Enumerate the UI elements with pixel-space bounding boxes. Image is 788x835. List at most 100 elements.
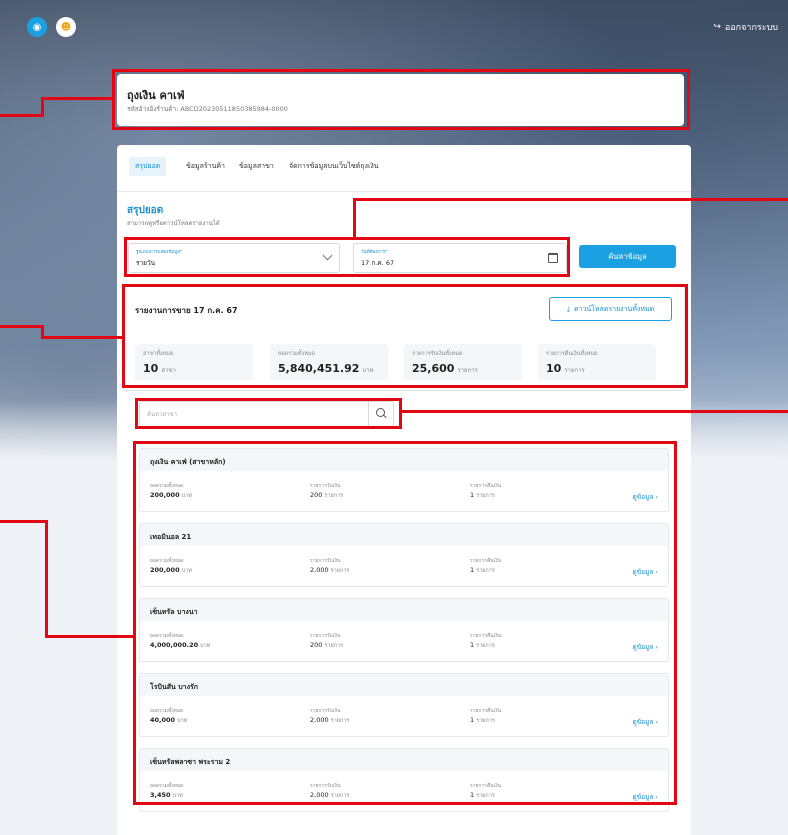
view-details-link[interactable]: ดูข้อมูล › xyxy=(632,717,658,727)
tab-bar: สรุปยอด ข้อมูลร้านค้า ข้อมูลสาขา จัดการข… xyxy=(117,145,691,192)
branch-receive-value: 2,000 รายการ xyxy=(310,566,350,574)
branch-total-value: 3,450 บาท xyxy=(150,791,183,799)
stat-label: ยอดรวมทั้งหมด xyxy=(278,351,315,357)
tab-website-manage[interactable]: จัดการข้อมูลบนเว็บไซต์ถุงเงิน xyxy=(289,161,379,172)
branch-total-value: 200,000 บาท xyxy=(150,491,192,499)
download-icon: ⤓ xyxy=(566,304,570,313)
branch-refund-value: 1 รายการ xyxy=(470,791,495,799)
branch-refund-label: รายการคืนเงิน xyxy=(470,558,502,564)
date-label: วันที่ต้องการ* xyxy=(361,250,388,255)
branch-header xyxy=(140,524,668,546)
annotation-line xyxy=(45,520,48,638)
branch-card: โรบินสัน บางรักยอดรวมทั้งหมด 40,000 บาท ราย… xyxy=(139,673,669,737)
display-type-value: รายวัน xyxy=(136,259,156,267)
stat-value: 10 รายการ xyxy=(546,362,585,375)
calendar-icon xyxy=(548,253,558,263)
logout-label: ออกจากระบบ xyxy=(724,23,778,33)
summary-subtitle: สามารถดูหรือดาวน์โหลดรายงานได้ xyxy=(127,220,220,227)
branch-receive-label: รายการรับเงิน xyxy=(310,708,341,714)
summary-title: สรุปยอด xyxy=(127,205,164,216)
chevron-right-icon: › xyxy=(655,718,658,726)
chevron-right-icon: › xyxy=(655,568,658,576)
branch-receive-value: 2,000 รายการ xyxy=(310,791,350,799)
view-details-link[interactable]: ดูข้อมูล › xyxy=(632,642,658,652)
branch-refund-value: 1 รายการ xyxy=(470,716,495,724)
date-value: 17 ก.ค. 67 xyxy=(361,259,395,267)
branch-search-input[interactable] xyxy=(145,407,369,421)
stat-label: รายการรับเงินทั้งหมด xyxy=(412,351,463,357)
branch-card: ถุงเงิน คาเฟ่ (สาขาหลัก) ยอดรวมทั้งหมด 200… xyxy=(139,448,669,512)
branch-receive-label: รายการรับเงิน xyxy=(310,558,341,564)
view-details-link[interactable]: ดูข้อมูล › xyxy=(632,492,658,502)
tab-shop-info[interactable]: ข้อมูลร้านค้า xyxy=(186,161,225,172)
branch-receive-value: 200 รายการ xyxy=(310,491,344,499)
shop-code: รหัสอ้างอิงร้านค้า: ABCD2023051185038598… xyxy=(127,105,288,113)
branch-refund-label: รายการคืนเงิน xyxy=(470,783,502,789)
bank-logo-icon: ◉ xyxy=(27,17,47,37)
stat-label: สาขาทั้งหมด xyxy=(143,351,174,357)
search-icon[interactable] xyxy=(368,402,393,426)
stat-receive-count: รายการรับเงินทั้งหมด 25,600 รายการ xyxy=(404,344,522,380)
logout-icon: ↪ xyxy=(713,22,721,32)
branch-receive-label: รายการรับเงิน xyxy=(310,783,341,789)
branch-receive-label: รายการรับเงิน xyxy=(310,483,341,489)
branch-receive-value: 2,000 รายการ xyxy=(310,716,350,724)
mascot-logo-icon: ☻ xyxy=(56,17,76,37)
branch-refund-value: 1 รายการ xyxy=(470,641,495,649)
chevron-right-icon: › xyxy=(655,493,658,501)
branch-header xyxy=(140,599,668,621)
branch-refund-label: รายการคืนเงิน xyxy=(470,633,502,639)
branch-refund-label: รายการคืนเงิน xyxy=(470,483,502,489)
shop-name: ถุงเงิน คาเฟ่ xyxy=(127,89,185,102)
branch-total-label: ยอดรวมทั้งหมด xyxy=(150,783,184,789)
branch-name: เทอมินอล 21 xyxy=(150,533,192,541)
branch-total-label: ยอดรวมทั้งหมด xyxy=(150,483,184,489)
chevron-down-icon xyxy=(322,250,333,261)
date-field[interactable]: วันที่ต้องการ* 17 ก.ค. 67 xyxy=(353,243,567,273)
stat-value: 10 สาขา xyxy=(143,362,176,375)
view-details-link[interactable]: ดูข้อมูล › xyxy=(632,567,658,577)
branch-name: โรบินสัน บางรัก xyxy=(150,683,199,691)
branch-card: เซ็นทรัล บางนายอดรวมทั้งหมด 4,000,000.20 บ… xyxy=(139,598,669,662)
chevron-right-icon: › xyxy=(655,643,658,651)
stat-refund-count: รายการคืนเงินทั้งหมด 10 รายการ xyxy=(538,344,656,380)
branch-card: เซ็นทรัลพลาซา พระราม 2 ยอดรวมทั้งหมด 3,450… xyxy=(139,748,669,812)
tab-summary[interactable]: สรุปยอด xyxy=(129,157,167,176)
branch-total-label: ยอดรวมทั้งหมด xyxy=(150,633,184,639)
branch-total-label: ยอดรวมทั้งหมด xyxy=(150,558,184,564)
sales-report-panel: รายงานการขาย 17 ก.ค. 67 ⤓ ดาวน์โหลดรายงา… xyxy=(123,285,685,391)
branch-receive-label: รายการรับเงิน xyxy=(310,633,341,639)
display-type-select[interactable]: รูปแบบการแสดงข้อมูล* รายวัน xyxy=(128,243,340,273)
top-bar: ◉ ☻ ↪ ออกจากระบบ xyxy=(0,0,788,56)
stat-label: รายการคืนเงินทั้งหมด xyxy=(546,351,598,357)
download-label: ดาวน์โหลดรายงานทั้งหมด xyxy=(573,304,655,313)
branch-name: เซ็นทรัล บางนา xyxy=(150,608,198,616)
branch-total-label: ยอดรวมทั้งหมด xyxy=(150,708,184,714)
view-details-link[interactable]: ดูข้อมูล › xyxy=(632,792,658,802)
branch-total-value: 40,000 บาท xyxy=(150,716,188,724)
branch-name: ถุงเงิน คาเฟ่ (สาขาหลัก) xyxy=(150,458,226,466)
tab-branch-info[interactable]: ข้อมูลสาขา xyxy=(239,161,274,172)
stat-value: 25,600 รายการ xyxy=(412,362,478,375)
stat-value: 5,840,451.92 บาท xyxy=(278,362,374,375)
annotation-line xyxy=(0,520,48,523)
chevron-right-icon: › xyxy=(655,793,658,801)
branch-total-value: 200,000 บาท xyxy=(150,566,192,574)
branch-header xyxy=(140,674,668,696)
branch-refund-label: รายการคืนเงิน xyxy=(470,708,502,714)
main-panel: สรุปยอด ข้อมูลร้านค้า ข้อมูลสาขา จัดการข… xyxy=(117,145,691,835)
download-report-button[interactable]: ⤓ ดาวน์โหลดรายงานทั้งหมด xyxy=(549,297,672,321)
logout-button[interactable]: ↪ ออกจากระบบ xyxy=(713,20,778,34)
search-data-button[interactable]: ค้นหาข้อมูล xyxy=(579,245,676,268)
branch-refund-value: 1 รายการ xyxy=(470,491,495,499)
branch-refund-value: 1 รายการ xyxy=(470,566,495,574)
branch-card: เทอมินอล 21 ยอดรวมทั้งหมด 200,000 บาท รายการ… xyxy=(139,523,669,587)
shop-info-card: ถุงเงิน คาเฟ่ รหัสอ้างอิงร้านค้า: ABCD20… xyxy=(117,74,684,126)
report-title: รายงานการขาย 17 ก.ค. 67 xyxy=(135,306,238,315)
stat-branches: สาขาทั้งหมด 10 สาขา xyxy=(135,344,253,380)
stat-total-amount: ยอดรวมทั้งหมด 5,840,451.92 บาท xyxy=(270,344,388,380)
display-type-label: รูปแบบการแสดงข้อมูล* xyxy=(136,250,183,255)
branch-receive-value: 200 รายการ xyxy=(310,641,344,649)
branch-total-value: 4,000,000.20 บาท xyxy=(150,641,211,649)
branch-search xyxy=(139,401,394,427)
